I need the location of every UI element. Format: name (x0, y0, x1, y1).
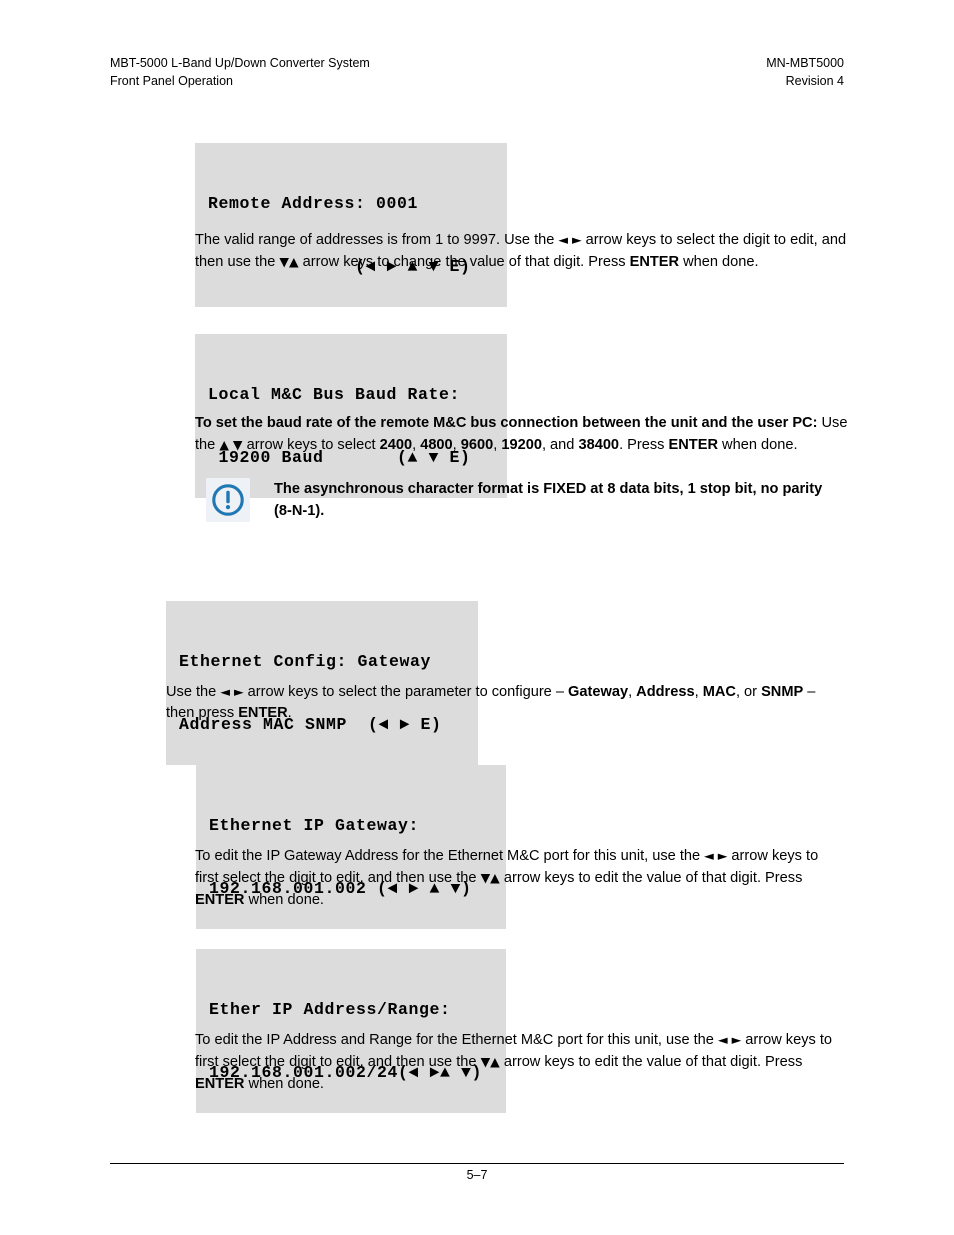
text-segment: arrow keys to edit the value of that dig… (499, 870, 803, 887)
left-right-arrow-icon: ◄ ► (717, 1031, 742, 1047)
text-segment: To edit the IP Address and Range for the… (195, 1031, 718, 1048)
left-right-arrow-icon: ◄ ► (558, 231, 582, 247)
baud-option-4: 19200 (501, 437, 542, 454)
text-segment: . Press (619, 437, 669, 454)
text-separator: , and (541, 437, 579, 454)
paragraph-lead-bold: To set the baud rate of the remote M&C b… (195, 414, 818, 431)
down-up-arrow-icon: ▼▲ (480, 870, 500, 886)
text-segment: . (287, 705, 292, 722)
enter-key-label: ENTER (238, 705, 288, 722)
up-down-arrow-icon: ▲ ▼ (219, 437, 243, 453)
text-segment: Use the (166, 683, 221, 700)
text-separator: , (452, 437, 461, 454)
exclamation-circle-icon (212, 484, 244, 516)
enter-key-label: ENTER (195, 891, 245, 908)
baud-option-1: 2400 (379, 437, 413, 454)
header-manual-number: MN-MBT5000 (766, 56, 844, 70)
text-segment: arrow keys to select (242, 437, 380, 454)
text-segment: arrow keys to select the parameter to co… (243, 683, 569, 700)
text-separator: , (694, 683, 703, 700)
note-text-block: The asynchronous character format is FIX… (274, 478, 831, 522)
header-document-title: MBT-5000 L-Band Up/Down Converter System (110, 56, 370, 70)
lcd-display-remote-address: Remote Address: 0001 (◄ ► ▲ ▼ E) (195, 143, 507, 307)
text-segment: when done. (244, 1075, 324, 1092)
text-segment: when done. (718, 437, 798, 454)
text-separator: , (412, 437, 421, 454)
down-up-arrow-icon: ▼▲ (279, 254, 299, 270)
header-left-block: MBT-5000 L-Band Up/Down Converter System… (110, 54, 370, 90)
text-segment: arrow keys to edit the value of that dig… (499, 1054, 803, 1071)
config-option-mac: MAC (702, 683, 736, 700)
paragraph-baud-rate: To set the baud rate of the remote M&C b… (195, 413, 855, 457)
paragraph-ethernet-config: Use the ◄ ► arrow keys to select the par… (166, 681, 841, 725)
text-segment: when done. (679, 254, 759, 271)
text-separator: , or (735, 683, 762, 700)
down-up-arrow-icon: ▼▲ (480, 1054, 500, 1070)
text-segment: when done. (244, 891, 324, 908)
enter-key-label: ENTER (668, 437, 718, 454)
paragraph-remote-address: The valid range of addresses is from 1 t… (195, 229, 847, 274)
text-segment: To edit the IP Gateway Address for the E… (195, 847, 705, 864)
paragraph-ip-gateway: To edit the IP Gateway Address for the E… (195, 845, 845, 912)
footer-divider (110, 1163, 844, 1164)
header-section-title: Front Panel Operation (110, 74, 233, 88)
text-segment: The valid range of addresses is from 1 t… (195, 231, 559, 248)
lcd-line-1: Ether IP Address/Range: (209, 1000, 451, 1019)
baud-option-3: 9600 (460, 437, 494, 454)
text-segment: arrow keys to change the value of that d… (298, 254, 630, 271)
enter-key-label: ENTER (195, 1075, 245, 1092)
page-running-header: MBT-5000 L-Band Up/Down Converter System… (110, 54, 844, 90)
note-text-line-2: (8-N-1). (274, 502, 325, 519)
lcd-line-1: Ethernet IP Gateway: (209, 816, 420, 835)
note-callout: The asynchronous character format is FIX… (206, 478, 831, 522)
lcd-line-1: Local M&C Bus Baud Rate: (208, 385, 461, 404)
lcd-line-1: Remote Address: 0001 (208, 194, 419, 213)
paragraph-ip-address-range: To edit the IP Address and Range for the… (195, 1029, 850, 1096)
note-icon-container (206, 478, 250, 522)
left-right-arrow-icon: ◄ ► (704, 847, 728, 863)
header-revision: Revision 4 (785, 74, 844, 88)
lcd-line-1: Ethernet Config: Gateway (179, 652, 432, 671)
text-separator: , (628, 683, 637, 700)
baud-option-5: 38400 (578, 437, 620, 454)
enter-key-label: ENTER (629, 254, 680, 271)
baud-option-2: 4800 (420, 437, 453, 454)
config-option-snmp: SNMP (761, 683, 804, 700)
left-right-arrow-icon: ◄ ► (220, 683, 244, 699)
config-option-address: Address (636, 683, 695, 700)
footer-page-number: 5–7 (466, 1168, 488, 1182)
config-option-gateway: Gateway (568, 683, 629, 700)
header-right-block: MN-MBT5000 Revision 4 (766, 54, 844, 90)
note-text-line-1: The asynchronous character format is FIX… (274, 481, 823, 497)
